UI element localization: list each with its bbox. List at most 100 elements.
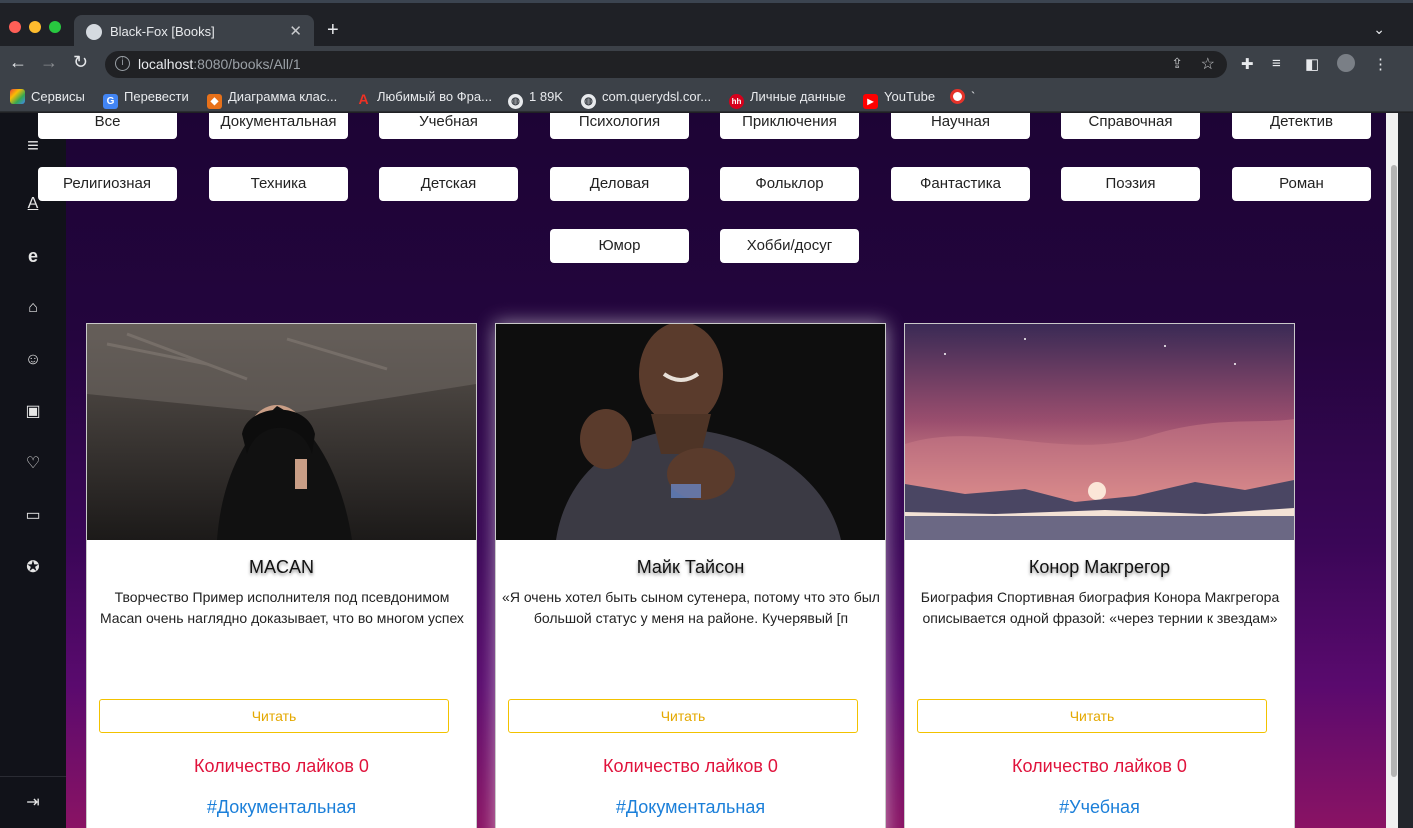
- book-card: MACAN Творчество Пример исполнителя под …: [86, 323, 477, 828]
- category-button[interactable]: Фантастика: [891, 167, 1030, 201]
- book-cover-image: [496, 324, 885, 540]
- category-button[interactable]: Хобби/досуг: [720, 229, 859, 263]
- bookmark-label: YouTube: [884, 89, 936, 104]
- globe-icon: ◍: [581, 94, 596, 109]
- divider: [0, 776, 66, 777]
- bookmark-label: Перевести: [124, 89, 189, 104]
- profile-avatar[interactable]: [1337, 54, 1355, 72]
- back-button[interactable]: ←: [9, 52, 27, 73]
- category-button[interactable]: Деловая: [550, 167, 689, 201]
- book-card: Конор Макгрегор Биография Спортивная био…: [904, 323, 1295, 828]
- heart-icon[interactable]: ♡: [21, 452, 45, 476]
- url-path: :8080/books/All/1: [193, 56, 301, 72]
- read-button[interactable]: Читать: [508, 699, 858, 733]
- web-page: ≡ A e ⌂ ☺ ▣ ♡ ▭ ✪ ⇥ Все Документальная У…: [0, 113, 1386, 828]
- category-button[interactable]: Фольклор: [720, 167, 859, 201]
- likes-count: Количество лайков 0: [1012, 756, 1187, 776]
- share-icon[interactable]: ⇪: [1171, 55, 1183, 72]
- book-description: Биография Спортивная биография Конора Ма…: [920, 589, 1280, 626]
- bookmark-item[interactable]: A Любимый во Фра...: [356, 89, 492, 107]
- bookmark-item[interactable]: ◍ com.querydsl.cor...: [581, 89, 711, 109]
- logout-icon[interactable]: ⇥: [21, 791, 45, 815]
- bookmarks-bar: Сервисы G Перевести ◆ Диаграмма клас... AЛ…: [0, 82, 1413, 112]
- reload-button[interactable]: ↻: [73, 52, 88, 73]
- palette-icon[interactable]: ✪: [21, 556, 45, 580]
- bookmark-item[interactable]: ▶ YouTube: [863, 89, 935, 109]
- url-host: localhost: [138, 56, 194, 72]
- apps-icon: [10, 89, 25, 104]
- diagram-icon: ◆: [207, 94, 222, 109]
- new-tab-button[interactable]: +: [327, 19, 339, 42]
- tab-bar: Black-Fox [Books] ✕ + ⌄: [0, 0, 1413, 49]
- tab-search-chevron-icon[interactable]: ⌄: [1373, 21, 1385, 38]
- read-button[interactable]: Читать: [99, 699, 449, 733]
- category-button[interactable]: Приключения: [720, 113, 859, 139]
- bookmark-label: Диаграмма клас...: [228, 89, 338, 104]
- address-bar[interactable]: i localhost:8080/books/All/1 ⇪ ☆: [105, 51, 1227, 78]
- media-control-icon[interactable]: ≡: [1272, 55, 1281, 72]
- category-button[interactable]: Поэзия: [1061, 167, 1200, 201]
- ghost-icon[interactable]: ▣: [21, 400, 45, 424]
- bookmark-item[interactable]: hh Личные данные: [729, 89, 846, 109]
- bookmark-star-icon[interactable]: ☆: [1201, 54, 1215, 74]
- read-button[interactable]: Читать: [917, 699, 1267, 733]
- book-card: Майк Тайсон «Я очень хотел быть сыном су…: [495, 323, 886, 828]
- bookmark-item[interactable]: `: [950, 89, 975, 104]
- hh-icon: hh: [729, 94, 744, 109]
- category-button[interactable]: Научная: [891, 113, 1030, 139]
- category-button[interactable]: Справочная: [1061, 113, 1200, 139]
- tab-title: Black-Fox [Books]: [110, 24, 215, 39]
- close-window-button[interactable]: [9, 21, 21, 33]
- category-button[interactable]: Все: [38, 113, 177, 139]
- bookmark-item[interactable]: Сервисы: [10, 89, 85, 104]
- bookmark-label: `: [971, 89, 976, 104]
- background-window-edge: [1398, 113, 1413, 828]
- category-button[interactable]: Психология: [550, 113, 689, 139]
- bookmark-label: Сервисы: [31, 89, 85, 104]
- forward-button[interactable]: →: [40, 52, 58, 73]
- bookmark-item[interactable]: G Перевести: [103, 89, 189, 109]
- maximize-window-button[interactable]: [49, 21, 61, 33]
- bookmark-item[interactable]: ◍ 1 89K: [508, 89, 563, 109]
- gamepad-icon[interactable]: ▭: [21, 504, 45, 528]
- bookmark-label: Личные данные: [750, 89, 846, 104]
- bookmark-item[interactable]: ◆ Диаграмма клас...: [207, 89, 337, 109]
- category-button[interactable]: Детская: [379, 167, 518, 201]
- category-tag[interactable]: #Документальная: [496, 797, 885, 818]
- smile-icon[interactable]: ☺: [21, 348, 45, 372]
- category-tag[interactable]: #Документальная: [87, 797, 476, 818]
- book-cover-image: [87, 324, 476, 540]
- category-button[interactable]: Документальная: [209, 113, 348, 139]
- book-description: «Я очень хотел быть сыном сутенера, пото…: [502, 589, 880, 626]
- side-panel-icon[interactable]: ◧: [1305, 55, 1319, 73]
- likes-count: Количество лайков 0: [603, 756, 778, 776]
- category-button[interactable]: Юмор: [550, 229, 689, 263]
- book-title: Конор Макгрегор: [1028, 557, 1171, 577]
- youtube-icon: ▶: [863, 94, 878, 109]
- a-logo-icon: A: [358, 91, 369, 107]
- url-text[interactable]: localhost:8080/books/All/1: [138, 56, 301, 72]
- bookmark-label: Любимый во Фра...: [377, 89, 492, 104]
- globe-icon: ◍: [508, 94, 523, 109]
- site-info-icon[interactable]: i: [115, 56, 130, 71]
- browser-window: Black-Fox [Books] ✕ + ⌄ ← → ↻ i localhos…: [0, 0, 1413, 828]
- category-tag[interactable]: #Учебная: [905, 797, 1294, 818]
- translate-icon: G: [103, 94, 118, 109]
- letter-e-icon[interactable]: e: [21, 244, 45, 268]
- browser-toolbar: ← → ↻ i localhost:8080/books/All/1 ⇪ ☆ ✚…: [0, 46, 1413, 82]
- home-icon[interactable]: ⌂: [21, 296, 45, 320]
- close-tab-icon[interactable]: ✕: [289, 22, 302, 40]
- book-description: Творчество Пример исполнителя под псевдо…: [100, 589, 464, 626]
- category-button[interactable]: Роман: [1232, 167, 1371, 201]
- category-button[interactable]: Религиозная: [38, 167, 177, 201]
- extensions-icon[interactable]: ✚: [1241, 55, 1254, 73]
- category-button[interactable]: Детектив: [1232, 113, 1371, 139]
- menu-kebab-icon[interactable]: ⋮: [1373, 55, 1388, 73]
- category-button[interactable]: Учебная: [379, 113, 518, 139]
- category-button[interactable]: Техника: [209, 167, 348, 201]
- browser-tab[interactable]: Black-Fox [Books] ✕: [74, 15, 314, 49]
- sidebar-nav: ≡ A e ⌂ ☺ ▣ ♡ ▭ ✪ ⇥: [0, 113, 66, 828]
- minimize-window-button[interactable]: [29, 21, 41, 33]
- scrollbar-thumb[interactable]: [1391, 165, 1397, 777]
- likes-count: Количество лайков 0: [194, 756, 369, 776]
